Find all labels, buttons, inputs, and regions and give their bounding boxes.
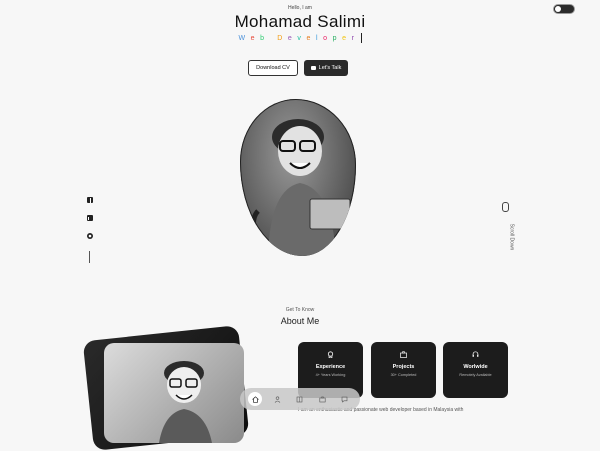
role-letter: e	[306, 34, 316, 42]
role-letter: r	[351, 34, 360, 42]
avatar-illustration	[250, 119, 351, 256]
role-letter: e	[287, 34, 298, 42]
page-title: Mohamad Salimi	[234, 12, 366, 31]
mouse-icon	[502, 202, 509, 212]
stat-title: Projects	[392, 364, 415, 370]
cursor-caret	[360, 33, 362, 43]
stat-subtitle: 4+ Years Working	[315, 373, 346, 377]
role-letter	[270, 35, 278, 42]
nav-contact[interactable]	[338, 392, 352, 406]
role-letter: W	[238, 34, 251, 42]
section-title: About Me	[280, 316, 320, 326]
lets-talk-button[interactable]: Let's Talk	[304, 60, 348, 76]
stat-card: Projects 30+ Completed	[371, 342, 436, 398]
home-icon	[251, 395, 259, 403]
user-icon	[274, 396, 281, 403]
chat-icon	[310, 66, 316, 70]
role-text: Web Developer	[0, 33, 600, 43]
briefcase-icon	[319, 396, 326, 402]
role-letter: o	[323, 34, 333, 42]
nav-about[interactable]	[271, 392, 285, 406]
bottom-nav	[240, 388, 360, 410]
role-letter: v	[297, 34, 307, 42]
role-letter: p	[332, 34, 343, 42]
greeting: Hello, I am	[288, 5, 312, 11]
stat-subtitle: 30+ Completed	[390, 373, 417, 377]
nav-experience[interactable]	[293, 392, 307, 406]
social-links	[87, 197, 95, 263]
briefcase-icon	[400, 351, 407, 358]
about-illustration	[159, 361, 212, 443]
stat-card: Worlwide Remotely Available	[443, 342, 508, 398]
about-photo	[104, 343, 244, 443]
section-kicker: Get To Know	[285, 307, 315, 313]
github-icon[interactable]	[87, 233, 93, 239]
nav-projects[interactable]	[315, 392, 329, 406]
social-divider	[89, 251, 90, 263]
download-cv-button[interactable]: Download CV	[248, 60, 298, 76]
stat-subtitle: Remotely Available	[459, 373, 492, 377]
message-icon	[341, 396, 348, 403]
nav-home[interactable]	[248, 392, 263, 406]
role-letter: e	[342, 34, 352, 42]
role-letter: l	[315, 34, 324, 42]
role-letter: D	[277, 34, 288, 42]
scroll-down[interactable]: Scroll Down	[498, 202, 515, 252]
lets-talk-label: Let's Talk	[318, 65, 342, 71]
headset-icon	[472, 351, 479, 357]
book-icon	[297, 396, 303, 402]
avatar	[240, 99, 356, 256]
award-icon	[327, 351, 334, 358]
facebook-icon[interactable]	[87, 197, 93, 203]
scroll-label: Scroll Down	[508, 223, 515, 251]
stat-title: Worlwide	[463, 364, 488, 370]
role-letter: e	[250, 34, 261, 42]
stat-title: Experience	[315, 364, 346, 370]
linkedin-icon[interactable]	[87, 215, 93, 221]
role-letter: b	[260, 34, 270, 42]
